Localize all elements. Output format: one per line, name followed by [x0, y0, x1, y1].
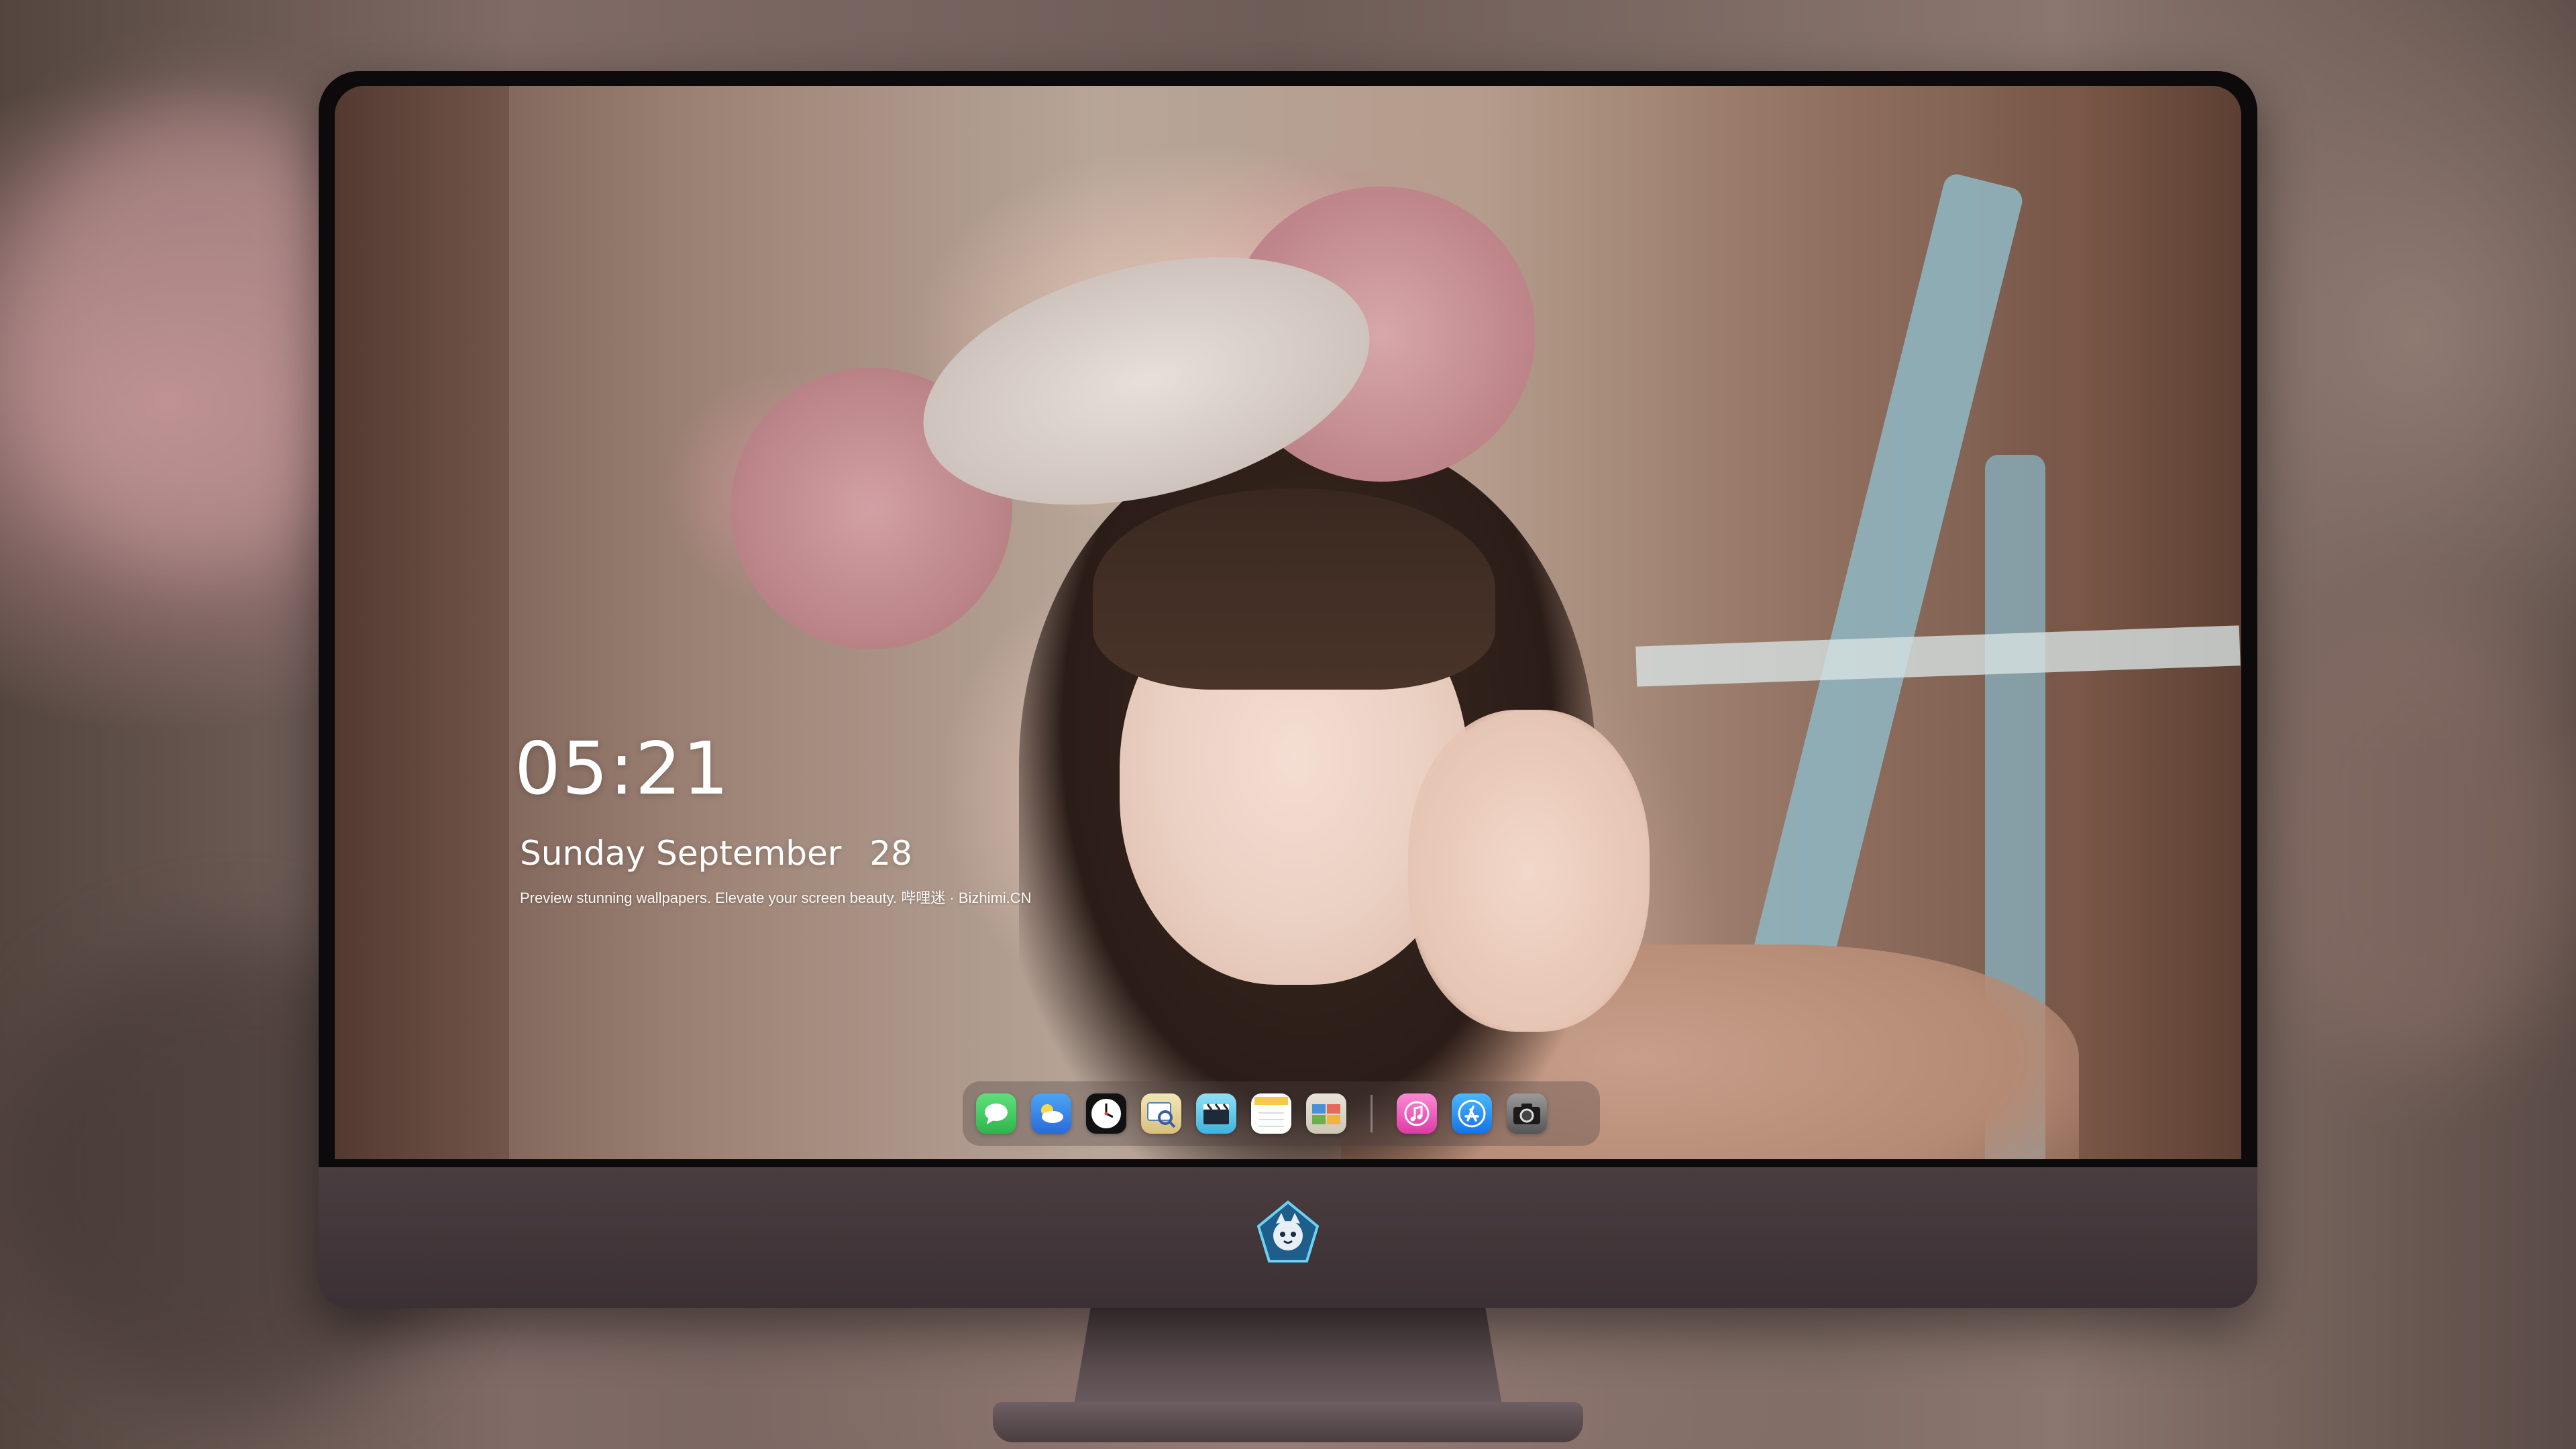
- camera-icon[interactable]: [1507, 1093, 1547, 1134]
- blurred-backdrop: 05:21 Sunday September 28 Preview stunni…: [0, 0, 2576, 1449]
- messages-icon[interactable]: [976, 1093, 1016, 1134]
- photo-slideshow-icon[interactable]: [1306, 1093, 1346, 1134]
- weekday: Sunday: [520, 834, 646, 873]
- lock-date: Sunday September 28: [520, 834, 912, 873]
- wallpaper-bangs: [1093, 488, 1495, 690]
- clapper-icon[interactable]: [1196, 1093, 1236, 1134]
- monitor-chin: [319, 1167, 2257, 1308]
- dock-separator: [1371, 1095, 1373, 1132]
- monitor-base: [993, 1402, 1583, 1442]
- dock: [963, 1081, 1600, 1146]
- wallpaper-photo: [335, 86, 509, 1159]
- day-number: 28: [869, 834, 912, 873]
- lock-clock: 05:21: [515, 727, 731, 811]
- brand-logo: [1256, 1200, 1320, 1263]
- wallpaper-tagline: Preview stunning wallpapers. Elevate you…: [520, 890, 1032, 906]
- wallpaper-hand: [1408, 710, 1650, 1032]
- month: September: [656, 834, 842, 873]
- music-icon[interactable]: [1397, 1093, 1437, 1134]
- lock-screen: 05:21 Sunday September 28 Preview stunni…: [335, 86, 2241, 1159]
- monitor: 05:21 Sunday September 28 Preview stunni…: [319, 71, 2257, 1308]
- preview-icon[interactable]: [1141, 1093, 1181, 1134]
- notes-icon[interactable]: [1251, 1093, 1291, 1134]
- monitor-stand: [1073, 1308, 1503, 1409]
- app-store-icon[interactable]: [1452, 1093, 1492, 1134]
- weather-icon[interactable]: [1031, 1093, 1071, 1134]
- clock-icon[interactable]: [1086, 1093, 1126, 1134]
- backdrop-blob: [2247, 604, 2576, 1073]
